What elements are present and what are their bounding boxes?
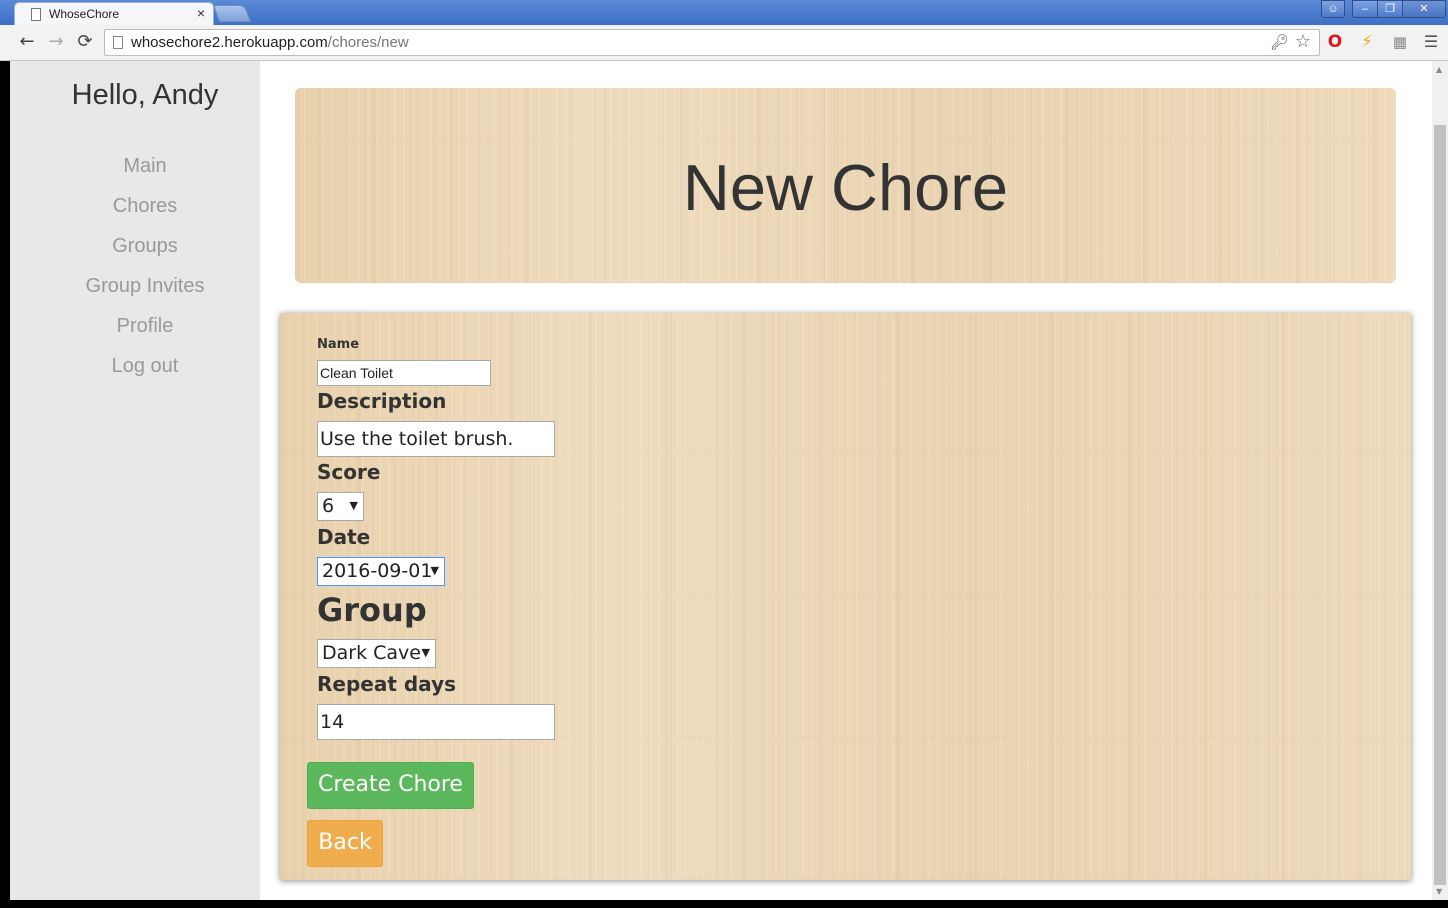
group-select[interactable]: Dark Cave ▼ bbox=[317, 639, 436, 668]
sidebar-item-groups[interactable]: Groups bbox=[10, 233, 280, 273]
sidebar-nav: Main Chores Groups Group Invites Profile… bbox=[10, 153, 280, 393]
scroll-up-icon[interactable]: ▲ bbox=[1436, 65, 1442, 74]
page-scrollbar[interactable]: ▲ ▼ bbox=[1432, 61, 1448, 900]
url-host: whosechore2.herokuapp.com bbox=[131, 34, 328, 51]
create-chore-button[interactable]: Create Chore bbox=[307, 762, 474, 809]
browser-toolbar: ← → ⟳ whosechore2.herokuapp.com/chores/n… bbox=[0, 25, 1448, 61]
sidebar-item-group-invites[interactable]: Group Invites bbox=[10, 273, 280, 313]
tab-close-icon[interactable]: × bbox=[197, 5, 205, 21]
browser-titlebar: WhoseChore × ☺ – ❐ ✕ bbox=[0, 0, 1448, 26]
star-icon[interactable]: ☆ bbox=[1295, 31, 1311, 52]
close-window-icon[interactable]: ✕ bbox=[1402, 0, 1446, 18]
group-label: Group bbox=[317, 591, 427, 629]
url-text: whosechore2.herokuapp.com/chores/new bbox=[131, 34, 409, 51]
key-icon[interactable]: 🔑︎ bbox=[1270, 33, 1289, 51]
name-input[interactable]: Clean Toilet bbox=[317, 360, 491, 386]
page-icon bbox=[31, 8, 41, 21]
bolt-icon[interactable]: ⚡︎ bbox=[1356, 31, 1378, 53]
extension-icon[interactable]: ▦ bbox=[1389, 31, 1411, 53]
url-path: /chores/new bbox=[327, 34, 409, 51]
sidebar-item-chores[interactable]: Chores bbox=[10, 193, 280, 233]
restore-icon[interactable]: ❐ bbox=[1377, 0, 1403, 18]
sidebar-item-logout[interactable]: Log out bbox=[10, 353, 280, 393]
back-arrow-icon[interactable]: ← bbox=[16, 31, 38, 53]
score-value: 6 bbox=[322, 495, 335, 517]
new-tab-button[interactable] bbox=[212, 5, 252, 22]
opera-icon[interactable]: O bbox=[1324, 31, 1346, 53]
scrollbar-thumb[interactable] bbox=[1434, 125, 1446, 885]
description-label: Description bbox=[317, 389, 447, 413]
repeat-days-input[interactable]: 14 bbox=[317, 704, 555, 740]
name-label: Name bbox=[317, 337, 360, 352]
tab-title: WhoseChore bbox=[49, 7, 120, 21]
minimize-icon[interactable]: – bbox=[1352, 0, 1378, 18]
repeat-days-label: Repeat days bbox=[317, 672, 457, 696]
back-button[interactable]: Back bbox=[307, 820, 383, 867]
dropdown-arrow-icon: ▼ bbox=[349, 499, 358, 512]
profile-icon[interactable]: ☺ bbox=[1321, 0, 1345, 18]
chore-form: Name Clean Toilet Description Use the to… bbox=[280, 313, 1411, 880]
dropdown-arrow-icon: ▼ bbox=[430, 564, 439, 577]
page-title: New Chore bbox=[682, 151, 1009, 224]
menu-icon[interactable]: ☰ bbox=[1420, 31, 1442, 53]
page-viewport: Hello, Andy Main Chores Groups Group Inv… bbox=[10, 61, 1432, 900]
browser-tab[interactable]: WhoseChore × bbox=[14, 2, 214, 26]
sidebar-item-profile[interactable]: Profile bbox=[10, 313, 280, 353]
date-select[interactable]: 2016-09-01 ▼ bbox=[317, 557, 445, 586]
description-input[interactable]: Use the toilet brush. bbox=[317, 421, 555, 457]
reload-icon[interactable]: ⟳ bbox=[74, 31, 96, 53]
greeting: Hello, Andy bbox=[71, 79, 219, 111]
page-header: New Chore bbox=[295, 88, 1396, 283]
score-select[interactable]: 6 ▼ bbox=[317, 492, 364, 521]
address-bar[interactable]: whosechore2.herokuapp.com/chores/new 🔑︎ … bbox=[104, 29, 1320, 56]
date-label: Date bbox=[317, 525, 371, 549]
page-icon bbox=[113, 36, 123, 49]
window-bottom-edge bbox=[0, 900, 1448, 908]
scroll-down-icon[interactable]: ▼ bbox=[1436, 887, 1442, 896]
date-value: 2016-09-01 bbox=[322, 560, 433, 582]
sidebar-item-main[interactable]: Main bbox=[10, 153, 280, 193]
sidebar: Hello, Andy Main Chores Groups Group Inv… bbox=[10, 61, 260, 900]
forward-arrow-icon[interactable]: → bbox=[45, 31, 67, 53]
dropdown-arrow-icon: ▼ bbox=[421, 646, 430, 659]
score-label: Score bbox=[317, 460, 381, 484]
group-value: Dark Cave bbox=[322, 642, 421, 664]
